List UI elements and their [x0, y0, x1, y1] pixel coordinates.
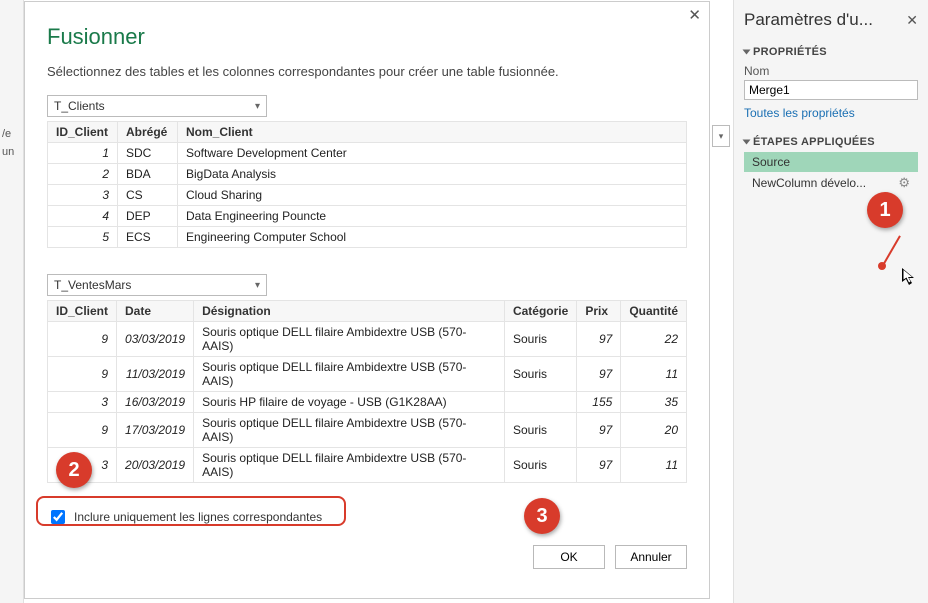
chevron-down-icon: ▾ [719, 131, 724, 142]
table-row[interactable]: 3CSCloud Sharing [48, 185, 687, 206]
table2-combo-value: T_VentesMars [54, 278, 131, 292]
table-row[interactable]: 917/03/2019Souris optique DELL filaire A… [48, 413, 687, 448]
leftstrip-cell-2: un [0, 146, 23, 158]
section-properties-label: PROPRIÉTÉS [753, 46, 827, 58]
t2-h3[interactable]: Catégorie [504, 301, 576, 322]
step-label: Source [752, 155, 790, 169]
t2-h5[interactable]: Quantité [621, 301, 687, 322]
chevron-down-icon: ▾ [255, 280, 260, 291]
t1-h1[interactable]: Abrégé [118, 122, 178, 143]
annotation-badge-3: 3 [524, 498, 560, 534]
t2-h2[interactable]: Désignation [194, 301, 505, 322]
left-strip: /e un [0, 0, 24, 603]
t2-h4[interactable]: Prix [577, 301, 621, 322]
section-steps-label: ÉTAPES APPLIQUÉES [753, 136, 875, 148]
background-dropdown[interactable]: ▾ [712, 125, 730, 147]
t1-h0[interactable]: ID_Client [48, 122, 118, 143]
ok-button[interactable]: OK [533, 545, 605, 569]
dialog-title: Fusionner [47, 24, 687, 50]
table-row[interactable]: 911/03/2019Souris optique DELL filaire A… [48, 357, 687, 392]
annotation-callout-2 [36, 496, 346, 526]
annotation-badge-2: 2 [56, 452, 92, 488]
table1-grid[interactable]: ID_Client Abrégé Nom_Client 1SDCSoftware… [47, 121, 687, 248]
query-settings-pane: Paramètres d'u... ✕ PROPRIÉTÉS Nom Toute… [733, 0, 928, 603]
all-properties-link[interactable]: Toutes les propriétés [744, 106, 918, 120]
cursor-icon [902, 268, 920, 286]
t2-h0[interactable]: ID_Client [48, 301, 117, 322]
step-label: NewColumn dévelo... [752, 176, 866, 190]
name-label: Nom [744, 64, 918, 78]
annotation-dot [878, 262, 886, 270]
close-icon[interactable]: ✕ [906, 12, 918, 29]
table2-grid[interactable]: ID_Client Date Désignation Catégorie Pri… [47, 300, 687, 483]
t2-h1[interactable]: Date [117, 301, 194, 322]
section-properties[interactable]: PROPRIÉTÉS [744, 46, 918, 58]
cancel-button[interactable]: Annuler [615, 545, 687, 569]
dialog-subtitle: Sélectionnez des tables et les colonnes … [47, 64, 687, 79]
table-row[interactable]: 5ECSEngineering Computer School [48, 227, 687, 248]
leftstrip-cell-1: /e [0, 128, 23, 140]
table2-combo[interactable]: T_VentesMars ▾ [47, 274, 267, 296]
table-row[interactable]: 316/03/2019Souris HP filaire de voyage -… [48, 392, 687, 413]
table-row[interactable]: 4DEPData Engineering Pouncte [48, 206, 687, 227]
step-expand-newcolumn[interactable]: NewColumn dévelo... ⚙ [744, 172, 918, 194]
gear-icon[interactable]: ⚙ [898, 175, 910, 191]
table-row[interactable]: 320/03/2019Souris optique DELL filaire A… [48, 448, 687, 483]
table-row[interactable]: 1SDCSoftware Development Center [48, 143, 687, 164]
chevron-down-icon: ▾ [255, 101, 260, 112]
table1-combo-value: T_Clients [54, 99, 105, 113]
close-icon[interactable]: ✕ [688, 6, 701, 24]
section-applied-steps[interactable]: ÉTAPES APPLIQUÉES [744, 136, 918, 148]
table-row[interactable]: 2BDABigData Analysis [48, 164, 687, 185]
t1-h2[interactable]: Nom_Client [178, 122, 687, 143]
pane-title: Paramètres d'u... [744, 10, 873, 30]
collapse-triangle-icon [743, 50, 751, 55]
collapse-triangle-icon [743, 140, 751, 145]
annotation-badge-1: 1 [867, 192, 903, 228]
query-name-input[interactable] [744, 80, 918, 100]
step-source[interactable]: Source [744, 152, 918, 172]
table-row[interactable]: 903/03/2019Souris optique DELL filaire A… [48, 322, 687, 357]
table1-combo[interactable]: T_Clients ▾ [47, 95, 267, 117]
